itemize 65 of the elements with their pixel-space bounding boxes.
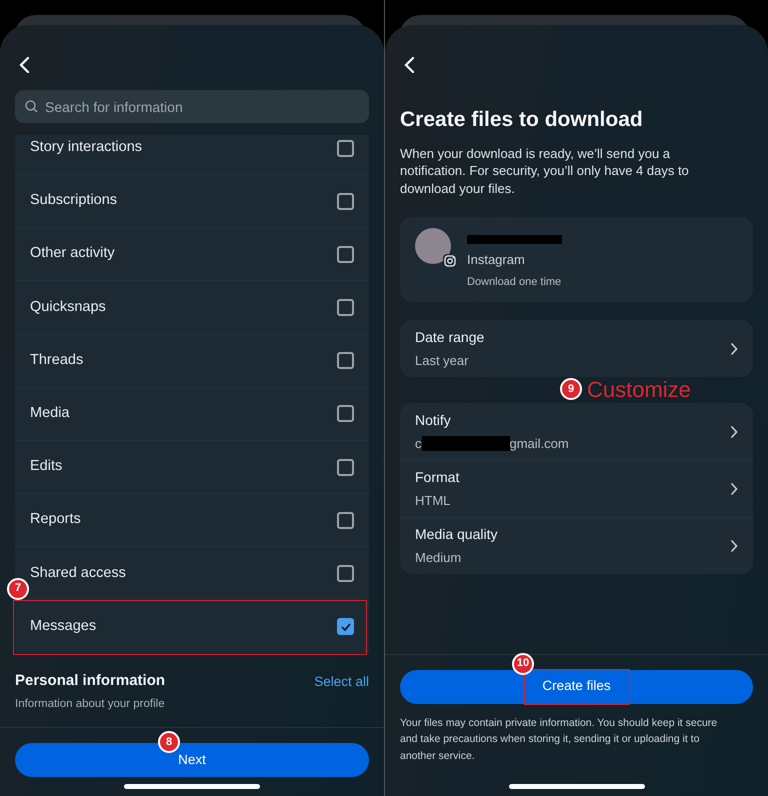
list-item[interactable]: Subscriptions [15,174,369,228]
item-label: Threads [30,350,84,370]
item-label: Reports [30,510,81,530]
item-label: Shared access [30,564,126,583]
back-icon [403,56,415,74]
item-label: Edits [30,457,62,476]
callout-badge: 9 [560,378,582,400]
description-text: When your download is ready, we’ll send you a notification. For security, you’ll only have 4 days to download your files. [400,144,690,197]
checkbox[interactable] [337,405,354,422]
setting-value: Medium [415,549,462,568]
checkbox[interactable] [337,458,354,476]
back-icon [18,56,30,74]
section-title: Personal information [15,670,166,691]
setting-label: Media quality [415,525,498,544]
checkbox[interactable] [337,564,354,582]
setting-value: Last year [415,352,468,370]
app-name: Instagram [467,251,526,269]
search-field[interactable]: Search for information [15,90,369,123]
checkbox[interactable] [337,140,354,156]
check-icon [340,622,350,631]
list-item[interactable]: Edits [15,440,369,494]
download-note: Download one time [467,274,562,290]
setting-value: HTML [415,492,450,510]
item-label: Subscriptions [30,191,118,210]
chevron-icon [730,482,738,496]
item-label: Quicksnaps [30,298,106,317]
checkbox[interactable] [337,352,354,370]
checkbox[interactable] [337,512,354,529]
callout-label: Customize [587,379,691,401]
section-subtitle: Information about your profile [15,697,166,712]
list-item[interactable]: Threads [15,334,369,387]
list-item[interactable]: Story interactions [15,135,369,174]
setting-value: c [415,434,422,453]
setting-label: Notify [415,410,452,430]
settings-row[interactable]: Format HTML [400,460,753,517]
checkbox[interactable] [337,618,354,636]
chevron-icon [730,424,738,438]
select-all-link[interactable]: Select all [314,672,369,692]
list-item[interactable]: Reports [15,493,369,546]
callout-badge: 8 [158,731,180,754]
settings-row[interactable]: Notify c gmail.com [400,403,753,460]
camera-icon [443,254,457,268]
setting-label: Format [415,468,460,488]
item-label: Story interactions [30,138,142,158]
list-item[interactable]: Quicksnaps [15,280,369,334]
callout-badge: 7 [7,578,29,600]
checkbox[interactable] [337,246,354,263]
settings-row[interactable]: Date range Last year [400,320,753,377]
page-title: Create files to download [400,107,644,133]
list-item[interactable]: Media [15,386,369,440]
setting-label: Date range [415,328,484,347]
chevron-icon [730,539,738,553]
checkbox[interactable] [337,298,354,316]
list-item[interactable]: Other activity [15,227,369,280]
item-label: Messages [30,616,96,636]
chevron-icon [730,342,738,356]
callout-badge: 10 [512,652,534,674]
list-item[interactable]: Messages [15,600,369,653]
item-label: Media [30,404,70,423]
disclaimer-text: Your files may contain private information. You should keep it secure and take precautions when storing it, sending it or uploading it to another service. [400,716,718,764]
item-label: Other activity [30,244,115,264]
checkbox[interactable] [337,192,354,210]
create-files-button[interactable]: Create files [400,670,753,704]
setting-value: gmail.com [510,434,569,453]
settings-row[interactable]: Media quality Medium [400,517,753,574]
